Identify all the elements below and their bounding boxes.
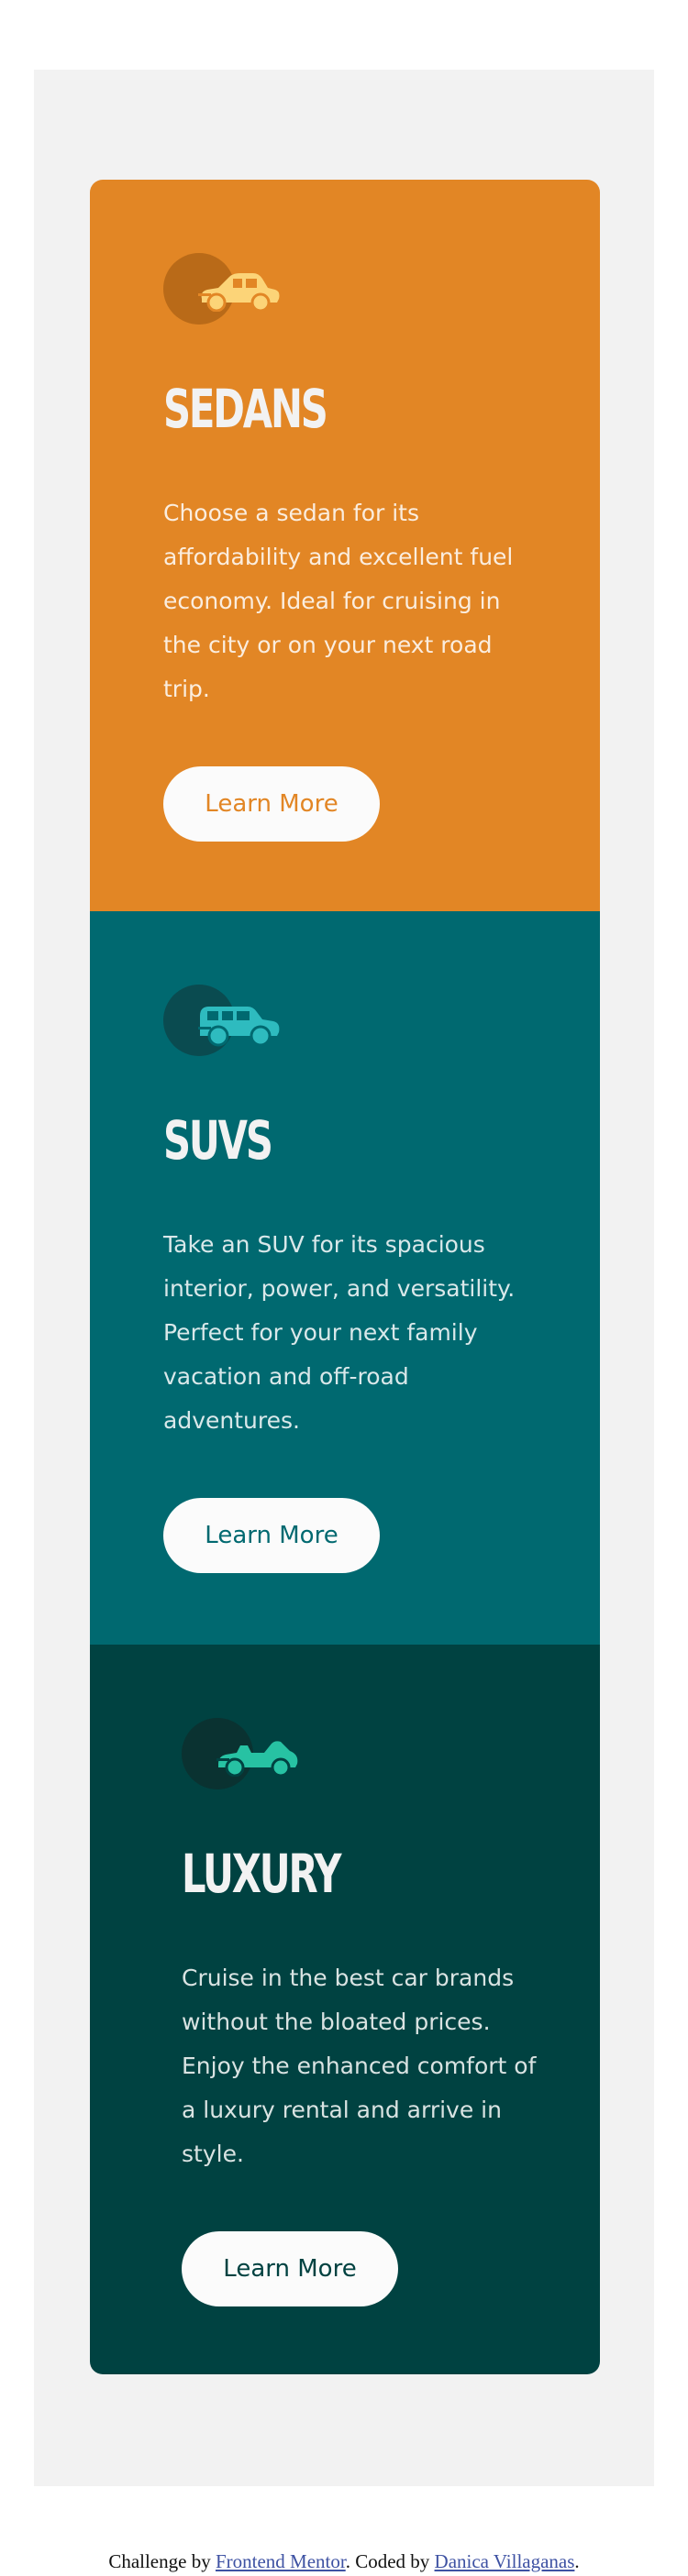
attribution-suffix: . (574, 2550, 580, 2572)
frontend-mentor-link[interactable]: Frontend Mentor (216, 2550, 346, 2572)
author-link[interactable]: Danica Villaganas (435, 2550, 575, 2572)
card-description: Cruise in the best car brands without th… (182, 1965, 537, 2167)
card-content: Sedans Choose a sedan for its affordabil… (163, 253, 530, 842)
card-icon-wrapper (163, 253, 283, 326)
learn-more-button[interactable]: Learn More (182, 2231, 398, 2306)
card-title: Sedans (163, 378, 328, 440)
card-title: Luxury (182, 1843, 341, 1905)
sedan-car-icon (198, 273, 280, 312)
card-description: Take an SUV for its spacious interior, p… (163, 1231, 516, 1434)
card-title: SUVs (163, 1109, 273, 1172)
card-content: Luxury Cruise in the best car brands wit… (182, 1718, 549, 2306)
attribution-prefix: Challenge by (108, 2550, 216, 2572)
attribution: Challenge by Frontend Mentor. Coded by D… (0, 2550, 688, 2573)
suv-car-icon (198, 1007, 280, 1047)
cards-container: Sedans Choose a sedan for its affordabil… (90, 180, 600, 2374)
card-sedans: Sedans Choose a sedan for its affordabil… (90, 180, 600, 911)
card-icon-wrapper (163, 985, 283, 1058)
card-description: Choose a sedan for its affordability and… (163, 500, 514, 702)
attribution-middle: . Coded by (345, 2550, 435, 2572)
learn-more-button[interactable]: Learn More (163, 766, 380, 842)
card-luxury: Luxury Cruise in the best car brands wit… (90, 1645, 600, 2374)
card-content: SUVs Take an SUV for its spacious interi… (163, 985, 530, 1573)
card-icon-wrapper (182, 1718, 301, 1791)
learn-more-button[interactable]: Learn More (163, 1498, 380, 1573)
luxury-car-icon (216, 1741, 298, 1777)
card-suvs: SUVs Take an SUV for its spacious interi… (90, 911, 600, 1645)
